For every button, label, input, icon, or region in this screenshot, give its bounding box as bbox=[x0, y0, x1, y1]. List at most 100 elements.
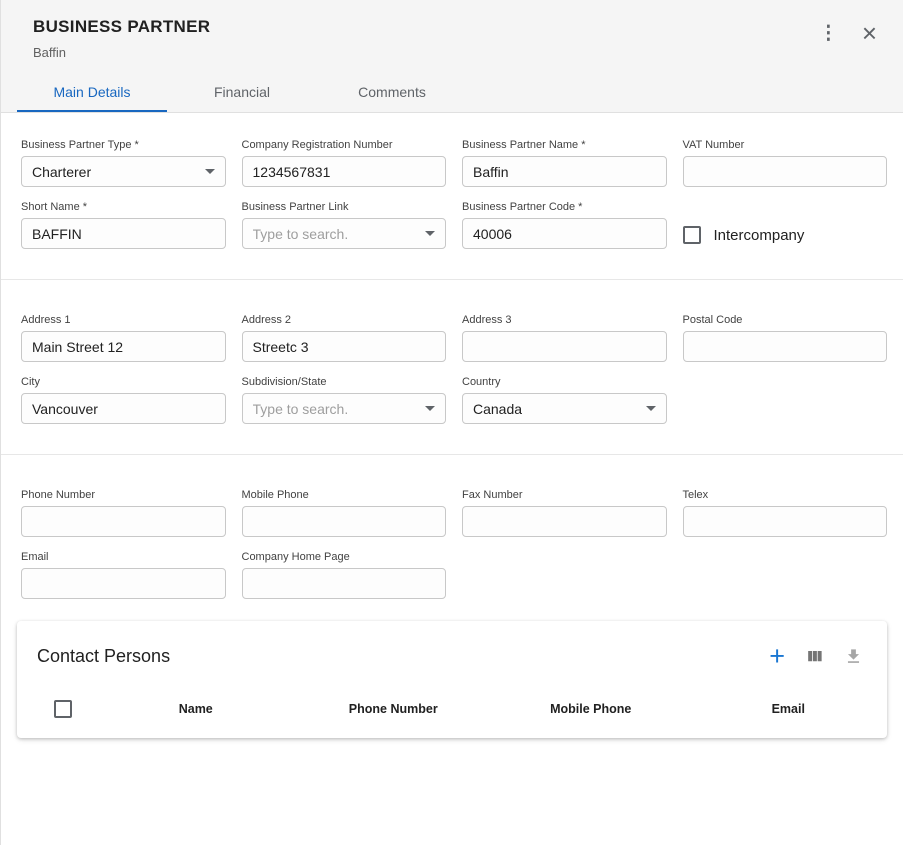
field-address-1: Address 1 bbox=[21, 314, 226, 362]
field-address-2: Address 2 bbox=[242, 314, 447, 362]
columns-icon[interactable] bbox=[805, 647, 824, 666]
field-subdivision-state: Subdivision/State Type to search. bbox=[242, 376, 447, 424]
telex-input[interactable] bbox=[683, 506, 888, 537]
tab-financial[interactable]: Financial bbox=[167, 72, 317, 112]
address-1-label: Address 1 bbox=[21, 314, 226, 326]
field-short-name: Short Name * bbox=[21, 201, 226, 249]
section-divider bbox=[1, 279, 903, 280]
phone-number-label: Phone Number bbox=[21, 489, 226, 501]
address-3-label: Address 3 bbox=[462, 314, 667, 326]
add-contact-button[interactable]: + bbox=[769, 643, 785, 670]
field-telex: Telex bbox=[683, 489, 888, 537]
column-header-phone-number[interactable]: Phone Number bbox=[295, 702, 493, 716]
field-mobile-phone: Mobile Phone bbox=[242, 489, 447, 537]
short-name-label: Short Name * bbox=[21, 201, 226, 213]
dialog-title: BUSINESS PARTNER bbox=[33, 17, 210, 37]
business-partner-link-select[interactable]: Type to search. bbox=[242, 218, 447, 249]
subdivision-state-select[interactable]: Type to search. bbox=[242, 393, 447, 424]
short-name-input[interactable] bbox=[21, 218, 226, 249]
field-country: Country Canada bbox=[462, 376, 667, 424]
address-1-input[interactable] bbox=[21, 331, 226, 362]
fax-number-label: Fax Number bbox=[462, 489, 667, 501]
business-partner-type-value: Charterer bbox=[32, 164, 91, 180]
field-vat-number: VAT Number bbox=[683, 139, 888, 187]
city-label: City bbox=[21, 376, 226, 388]
field-business-partner-link: Business Partner Link Type to search. bbox=[242, 201, 447, 249]
contact-persons-table-header: Name Phone Number Mobile Phone Email bbox=[17, 686, 887, 738]
column-header-mobile-phone[interactable]: Mobile Phone bbox=[492, 702, 690, 716]
kebab-menu-icon[interactable]: ⋮ bbox=[819, 24, 838, 43]
field-business-partner-type: Business Partner Type * Charterer bbox=[21, 139, 226, 187]
email-label: Email bbox=[21, 551, 226, 563]
dialog-titles: BUSINESS PARTNER Baffin bbox=[33, 17, 210, 60]
subdivision-state-label: Subdivision/State bbox=[242, 376, 447, 388]
field-email: Email bbox=[21, 551, 226, 599]
business-partner-link-label: Business Partner Link bbox=[242, 201, 447, 213]
header-actions: ⋮ × bbox=[819, 20, 877, 46]
country-select[interactable]: Canada bbox=[462, 393, 667, 424]
email-input[interactable] bbox=[21, 568, 226, 599]
field-phone-number: Phone Number bbox=[21, 489, 226, 537]
business-partner-type-label: Business Partner Type * bbox=[21, 139, 226, 151]
vat-number-label: VAT Number bbox=[683, 139, 888, 151]
close-icon[interactable]: × bbox=[862, 20, 877, 46]
dialog-header: BUSINESS PARTNER Baffin ⋮ × Main Details… bbox=[1, 0, 903, 113]
business-partner-code-label: Business Partner Code * bbox=[462, 201, 667, 213]
vat-number-input[interactable] bbox=[683, 156, 888, 187]
intercompany-label: Intercompany bbox=[714, 227, 805, 244]
address-section: Address 1 Address 2 Address 3 Postal Cod… bbox=[1, 314, 903, 424]
contact-details-section: Phone Number Mobile Phone Fax Number Tel… bbox=[1, 489, 903, 599]
postal-code-label: Postal Code bbox=[683, 314, 888, 326]
phone-number-input[interactable] bbox=[21, 506, 226, 537]
contact-persons-actions: + bbox=[769, 643, 863, 670]
mobile-phone-input[interactable] bbox=[242, 506, 447, 537]
tab-comments[interactable]: Comments bbox=[317, 72, 467, 112]
company-home-page-label: Company Home Page bbox=[242, 551, 447, 563]
field-postal-code: Postal Code bbox=[683, 314, 888, 362]
select-all-checkbox[interactable] bbox=[54, 700, 72, 718]
business-partner-type-select[interactable]: Charterer bbox=[21, 156, 226, 187]
tab-main-details[interactable]: Main Details bbox=[17, 72, 167, 112]
section-divider bbox=[1, 454, 903, 455]
company-registration-number-label: Company Registration Number bbox=[242, 139, 447, 151]
field-address-3: Address 3 bbox=[462, 314, 667, 362]
mobile-phone-label: Mobile Phone bbox=[242, 489, 447, 501]
address-2-label: Address 2 bbox=[242, 314, 447, 326]
telex-label: Telex bbox=[683, 489, 888, 501]
contact-persons-header: Contact Persons + bbox=[17, 621, 887, 686]
dialog-subtitle: Baffin bbox=[33, 45, 210, 60]
company-registration-number-input[interactable] bbox=[242, 156, 447, 187]
field-intercompany: Intercompany bbox=[683, 201, 888, 249]
field-company-home-page: Company Home Page bbox=[242, 551, 447, 599]
business-partner-code-input[interactable] bbox=[462, 218, 667, 249]
column-header-name[interactable]: Name bbox=[97, 702, 295, 716]
country-value: Canada bbox=[473, 401, 522, 417]
checkbox-icon[interactable] bbox=[683, 226, 701, 244]
business-partner-name-input[interactable] bbox=[462, 156, 667, 187]
field-business-partner-name: Business Partner Name * bbox=[462, 139, 667, 187]
column-header-email[interactable]: Email bbox=[690, 702, 888, 716]
chevron-down-icon bbox=[646, 406, 656, 411]
contact-persons-card: Contact Persons + Name Phone Number Mobi… bbox=[17, 621, 887, 738]
contact-persons-title: Contact Persons bbox=[37, 646, 170, 667]
country-label: Country bbox=[462, 376, 667, 388]
city-input[interactable] bbox=[21, 393, 226, 424]
business-partner-link-placeholder: Type to search. bbox=[253, 226, 349, 242]
download-icon[interactable] bbox=[844, 647, 863, 666]
fax-number-input[interactable] bbox=[462, 506, 667, 537]
postal-code-input[interactable] bbox=[683, 331, 888, 362]
field-company-registration-number: Company Registration Number bbox=[242, 139, 447, 187]
subdivision-state-placeholder: Type to search. bbox=[253, 401, 349, 417]
company-home-page-input[interactable] bbox=[242, 568, 447, 599]
business-partner-dialog: BUSINESS PARTNER Baffin ⋮ × Main Details… bbox=[0, 0, 903, 845]
chevron-down-icon bbox=[205, 169, 215, 174]
field-business-partner-code: Business Partner Code * bbox=[462, 201, 667, 249]
tab-bar: Main Details Financial Comments bbox=[1, 72, 903, 112]
business-partner-name-label: Business Partner Name * bbox=[462, 139, 667, 151]
main-details-panel: Business Partner Type * Charterer Compan… bbox=[1, 113, 903, 845]
intercompany-checkbox[interactable]: Intercompany bbox=[683, 226, 805, 244]
field-fax-number: Fax Number bbox=[462, 489, 667, 537]
address-3-input[interactable] bbox=[462, 331, 667, 362]
chevron-down-icon bbox=[425, 231, 435, 236]
address-2-input[interactable] bbox=[242, 331, 447, 362]
